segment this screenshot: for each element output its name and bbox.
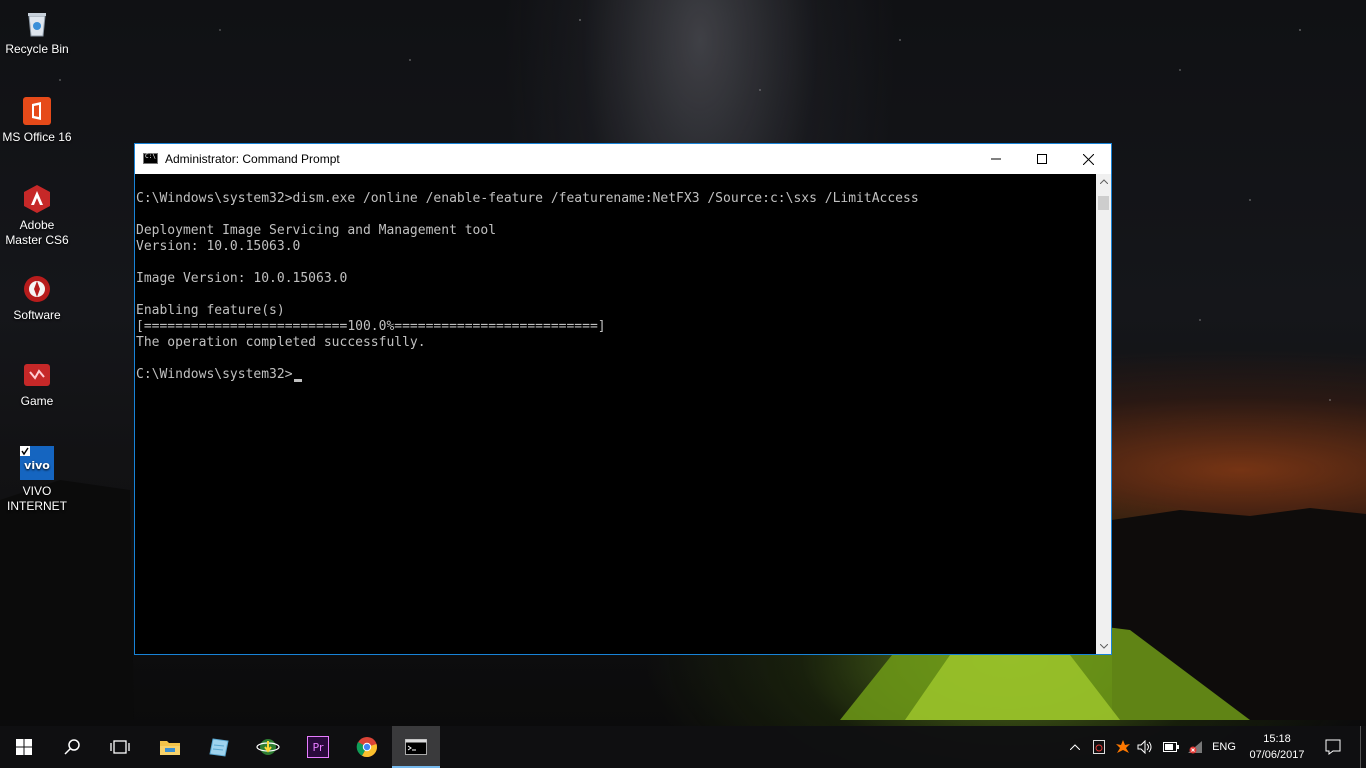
desktop-icon-vivo-internet[interactable]: vivo VIVO INTERNET (0, 446, 74, 514)
network-button[interactable] (1184, 726, 1206, 768)
maximize-button[interactable] (1019, 144, 1065, 174)
task-view-icon (110, 740, 130, 754)
show-hidden-icons-button[interactable] (1064, 726, 1086, 768)
command-prompt-window[interactable]: Administrator: Command Prompt C:\Windows… (134, 143, 1112, 655)
adobe-icon (22, 184, 52, 214)
search-icon (64, 739, 80, 755)
clock-time: 15:18 (1263, 733, 1291, 745)
input-language-button[interactable]: ENG (1206, 726, 1242, 768)
battery-button[interactable] (1160, 726, 1182, 768)
desktop-icon-label: MS Office 16 (2, 130, 72, 144)
clock-date: 07/06/2017 (1249, 749, 1305, 761)
vertical-scrollbar[interactable] (1096, 174, 1111, 654)
window-title: Administrator: Command Prompt (165, 152, 340, 166)
battery-icon (1163, 742, 1179, 752)
volume-button[interactable] (1134, 726, 1156, 768)
software-icon (22, 274, 52, 304)
taskbar-clock[interactable]: 15:18 07/06/2017 (1244, 731, 1310, 763)
game-icon (22, 360, 52, 390)
desktop-icon-recycle-bin[interactable]: Recycle Bin (0, 8, 74, 57)
desktop-icon-game[interactable]: Game (0, 360, 74, 409)
console-line: Enabling feature(s) (136, 303, 285, 318)
windows-logo-icon (16, 739, 32, 755)
antivirus-icon (1116, 740, 1130, 753)
taskbar-command-prompt[interactable] (392, 726, 440, 768)
show-desktop-button[interactable] (1360, 726, 1366, 768)
text-cursor (293, 379, 302, 382)
console-line: C:\Windows\system32>dism.exe /online /en… (136, 191, 919, 206)
desktop-icon-ms-office[interactable]: MS Office 16 (0, 96, 74, 145)
console-line: Image Version: 10.0.15063.0 (136, 271, 348, 286)
taskbar: Pr ENG 15:18 07/06/2017 (0, 726, 1366, 768)
tray-app-icon[interactable] (1088, 726, 1110, 768)
svg-text:Pr: Pr (313, 741, 324, 754)
cmd-icon (143, 153, 158, 164)
cmd-icon (405, 739, 427, 755)
taskbar-notepad-app[interactable] (195, 726, 243, 768)
chevron-up-icon (1070, 744, 1080, 750)
console-line: Version: 10.0.15063.0 (136, 239, 301, 254)
maximize-icon (1037, 154, 1047, 164)
recycle-bin-icon (22, 8, 52, 38)
prompt-line[interactable]: C:\Windows\system32> (136, 367, 302, 383)
console-line: Deployment Image Servicing and Managemen… (136, 223, 497, 238)
taskbar-premiere-pro[interactable]: Pr (294, 726, 342, 768)
notebook-icon (209, 738, 229, 757)
office-icon (22, 96, 52, 126)
chevron-up-icon (1099, 179, 1108, 184)
globe-download-icon (256, 739, 280, 755)
taskbar-download-manager[interactable] (244, 726, 292, 768)
task-view-button[interactable] (96, 726, 144, 768)
taskbar-file-explorer[interactable] (146, 726, 194, 768)
desktop-icon-label: Software (13, 308, 61, 322)
progress-line: [==========================100.0%=======… (136, 319, 606, 334)
chrome-icon (356, 737, 377, 758)
desktop-icon-adobe-master[interactable]: Adobe Master CS6 (0, 184, 74, 248)
action-center-button[interactable] (1318, 726, 1348, 768)
search-button[interactable] (48, 726, 96, 768)
close-button[interactable] (1065, 144, 1111, 174)
desktop-icon-software[interactable]: Software (0, 274, 74, 323)
console-line: The operation completed successfully. (136, 335, 426, 350)
svg-text:vivo: vivo (24, 459, 50, 472)
minimize-button[interactable] (973, 144, 1019, 174)
console-output[interactable]: C:\Windows\system32>dism.exe /online /en… (135, 174, 1096, 654)
scroll-thumb[interactable] (1098, 196, 1109, 210)
close-icon (1082, 153, 1094, 165)
scroll-down-button[interactable] (1096, 639, 1111, 654)
desktop-icon-label: VIVO INTERNET (7, 484, 67, 513)
desktop-icon-label: Adobe Master CS6 (5, 218, 69, 247)
desktop-icon-label: Recycle Bin (5, 42, 69, 56)
taskbar-chrome[interactable] (343, 726, 391, 768)
folder-icon (160, 741, 180, 755)
notification-icon (1325, 739, 1341, 755)
window-titlebar[interactable]: Administrator: Command Prompt (135, 144, 1111, 174)
minimize-icon (991, 158, 1001, 160)
prompt-text: C:\Windows\system32> (136, 367, 293, 382)
tray-avast-icon[interactable] (1112, 726, 1134, 768)
chevron-down-icon (1099, 644, 1108, 649)
wifi-off-icon (1188, 741, 1202, 754)
speaker-icon (1137, 740, 1152, 754)
start-button[interactable] (0, 726, 48, 768)
desktop-icon-label: Game (20, 394, 54, 408)
device-icon (1093, 740, 1105, 754)
language-indicator: ENG (1212, 741, 1236, 753)
premiere-pro-icon: Pr (307, 736, 329, 758)
scroll-up-button[interactable] (1096, 174, 1111, 189)
vivo-icon: vivo (20, 446, 54, 480)
